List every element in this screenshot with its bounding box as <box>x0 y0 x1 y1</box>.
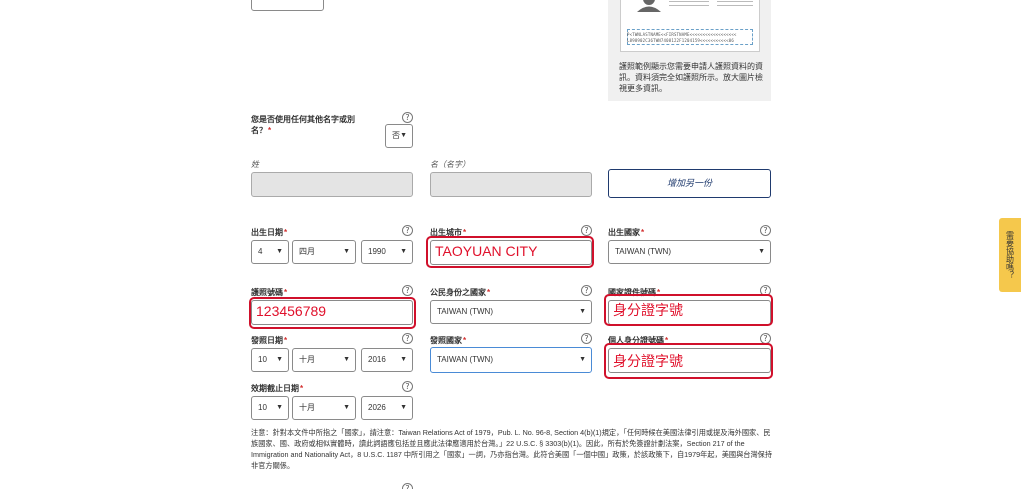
passport-sample-image: P<TWNLASTNAME<<FIRSTNAME<<<<<<<<<<<<<<<<… <box>620 0 760 52</box>
birth-country-help-icon[interactable]: ? <box>760 225 771 236</box>
issue-date-label: 發照日期* <box>251 336 288 345</box>
issue-date-help-icon[interactable]: ? <box>402 333 413 344</box>
issue-day-select[interactable]: 10 ▼ <box>251 348 289 372</box>
issue-month-select[interactable]: 十月 ▼ <box>292 348 356 372</box>
birth-day-select[interactable]: 4 ▼ <box>251 240 289 264</box>
add-another-button[interactable]: 增加另一份 <box>608 169 771 198</box>
surname-label: 姓 <box>251 160 259 169</box>
issue-country-help-icon[interactable]: ? <box>581 333 592 344</box>
citizenship-country-select[interactable]: TAIWAN (TWN) ▼ <box>430 300 592 324</box>
taiwan-relations-notice: 注意：針對本文件中所指之「國家」，請注意：Taiwan Relations Ac… <box>251 428 773 470</box>
person-silhouette-icon <box>637 0 661 12</box>
other-surname-input <box>251 172 413 197</box>
birth-year-select[interactable]: 1990 ▼ <box>361 240 413 264</box>
given-name-label: 名（名字） <box>430 160 470 169</box>
expiry-year-select[interactable]: 2026 ▼ <box>361 396 413 420</box>
other-given-name-input <box>430 172 592 197</box>
previous-field-partial[interactable] <box>251 0 324 11</box>
personal-id-annotation: 身分證字號 <box>613 354 683 370</box>
birth-country-select[interactable]: TAIWAN (TWN) ▼ <box>608 240 771 264</box>
citizenship-help-icon[interactable]: ? <box>581 285 592 296</box>
passport-mrz-line-2: L898902C36TWN7408122F1204159<<<<<<<<<<<0… <box>627 38 734 43</box>
birth-city-annotation: TAOYUAN CITY <box>435 243 538 259</box>
expiry-date-label: 效期截止日期* <box>251 384 304 393</box>
national-id-annotation: 身分證字號 <box>613 303 683 319</box>
birth-month-select[interactable]: 四月 ▼ <box>292 240 356 264</box>
expiry-day-select[interactable]: 10 ▼ <box>251 396 289 420</box>
birth-date-label: 出生日期* <box>251 228 288 237</box>
citizenship-country-label: 公民身份之國家* <box>430 288 491 297</box>
issue-year-select[interactable]: 2016 ▼ <box>361 348 413 372</box>
passport-sample-note: 護照範例顯示您需要申請人護照資料的資訊。資料須完全如護照所示。放大圖片檢視更多資… <box>619 62 763 93</box>
other-names-select[interactable]: 否 ▼ <box>385 124 413 148</box>
other-names-help-icon[interactable]: ? <box>402 112 413 123</box>
issue-country-select[interactable]: TAIWAN (TWN) ▼ <box>430 347 592 373</box>
birth-country-label: 出生國家* <box>608 228 645 237</box>
birth-city-help-icon[interactable]: ? <box>581 225 592 236</box>
passport-mrz-line-1: P<TWNLASTNAME<<FIRSTNAME<<<<<<<<<<<<<<<<… <box>627 32 737 37</box>
expiry-date-help-icon[interactable]: ? <box>402 381 413 392</box>
need-help-side-tab[interactable]: 需要協助嗎？ <box>999 218 1021 292</box>
passport-sample-panel: P<TWNLASTNAME<<FIRSTNAME<<<<<<<<<<<<<<<<… <box>608 0 771 101</box>
next-field-help-icon-partial[interactable]: ? <box>402 483 413 489</box>
birth-date-help-icon[interactable]: ? <box>402 225 413 236</box>
expiry-month-select[interactable]: 十月 ▼ <box>292 396 356 420</box>
passport-number-annotation: 123456789 <box>256 303 327 319</box>
passport-number-help-icon[interactable]: ? <box>402 285 413 296</box>
issue-country-label: 發照國家* <box>430 336 467 345</box>
other-names-question: 您是否使用任何其他名字或別名？* <box>251 115 355 135</box>
